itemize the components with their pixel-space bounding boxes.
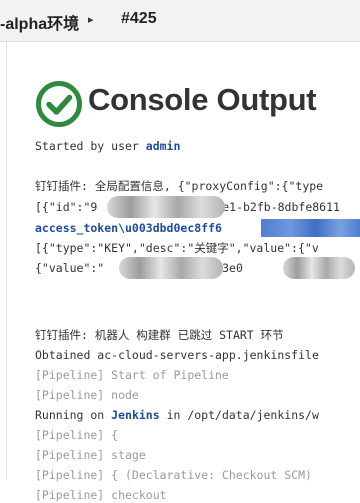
breadcrumb-build-link[interactable]: #425 bbox=[121, 10, 157, 28]
side-panel-divider bbox=[6, 42, 7, 480]
node-jenkins-link[interactable]: Jenkins bbox=[111, 408, 159, 422]
started-by-line: Started by user admin bbox=[35, 138, 180, 154]
console-line-keywords-json: [{"type":"KEY","desc":"关键字","value":{"v bbox=[35, 241, 319, 255]
value-json-text: {"value":" bbox=[35, 261, 105, 275]
redacted-secret bbox=[107, 196, 225, 218]
redacted-secret bbox=[119, 257, 223, 279]
console-line-dingtalk-global: 钉钉插件: 全局配置信息, {"proxyConfig":{"type bbox=[35, 179, 324, 193]
redacted-secret bbox=[283, 257, 355, 279]
console-line-dingtalk-skip: 钉钉插件: 机器人 构建群 已跳过 START 环节 bbox=[35, 328, 284, 342]
console-line-start-pipeline: [Pipeline] Start of Pipeline bbox=[35, 368, 229, 382]
running-on-path: in /opt/data/jenkins/w bbox=[159, 408, 319, 422]
console-line-node: [Pipeline] node bbox=[35, 388, 139, 402]
redacted-secret bbox=[261, 219, 360, 237]
success-check-icon bbox=[36, 81, 82, 127]
user-admin-link[interactable]: admin bbox=[146, 139, 181, 153]
console-line-obtained: Obtained ac-cloud-servers-app.jenkinsfil… bbox=[35, 348, 319, 362]
console-line-access-token: access_token\u003dbd0ec8ff6 bbox=[35, 221, 222, 235]
console-line-stage: [Pipeline] stage bbox=[35, 448, 146, 462]
breadcrumb: -alpha环境 ▸ #425 bbox=[0, 0, 360, 42]
console-line-declarative: [Pipeline] { (Declarative: Checkout SCM) bbox=[35, 468, 312, 482]
page-title: Console Output bbox=[88, 82, 317, 117]
robots-json-tail: ee1-b2fb-8dbfe8611 bbox=[215, 200, 340, 214]
chevron-right-icon[interactable]: ▸ bbox=[88, 13, 94, 26]
started-by-text: Started by user bbox=[35, 139, 146, 153]
robots-json-text: [{"id":"9 bbox=[35, 200, 98, 214]
console-line-brace: [Pipeline] { bbox=[35, 428, 119, 442]
console-line-running-on: Running on Jenkins in /opt/data/jenkins/… bbox=[35, 407, 319, 423]
breadcrumb-job-link[interactable]: -alpha环境 bbox=[0, 10, 79, 34]
console-line-checkout: [Pipeline] checkout bbox=[35, 488, 167, 502]
running-on-text: Running on bbox=[35, 408, 112, 422]
